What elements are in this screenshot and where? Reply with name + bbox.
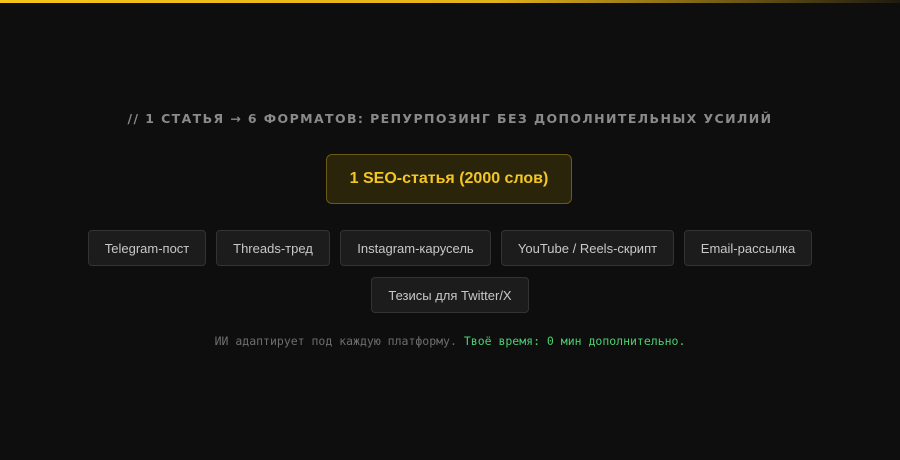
section-heading: // 1 СТАТЬЯ → 6 ФОРМАТОВ: РЕПУРПОЗИНГ БЕ… bbox=[127, 111, 773, 126]
top-accent-bar bbox=[0, 0, 900, 3]
source-article-card: 1 SEO-статья (2000 слов) bbox=[326, 154, 572, 204]
footnote-highlight: Твоё время: 0 мин дополнительно. bbox=[463, 334, 686, 348]
format-chip-telegram: Telegram-пост bbox=[88, 230, 206, 266]
format-chip-email: Email-рассылка bbox=[684, 230, 812, 266]
format-chip-twitter: Тезисы для Twitter/X bbox=[371, 277, 529, 313]
footnote-text: ИИ адаптирует под каждую платформу. bbox=[214, 334, 457, 348]
format-chip-threads: Threads-тред bbox=[216, 230, 330, 266]
footnote: ИИ адаптирует под каждую платформу. Твоё… bbox=[0, 334, 900, 348]
format-chip-youtube-reels: YouTube / Reels-скрипт bbox=[501, 230, 674, 266]
format-chip-instagram: Instagram-карусель bbox=[340, 230, 491, 266]
